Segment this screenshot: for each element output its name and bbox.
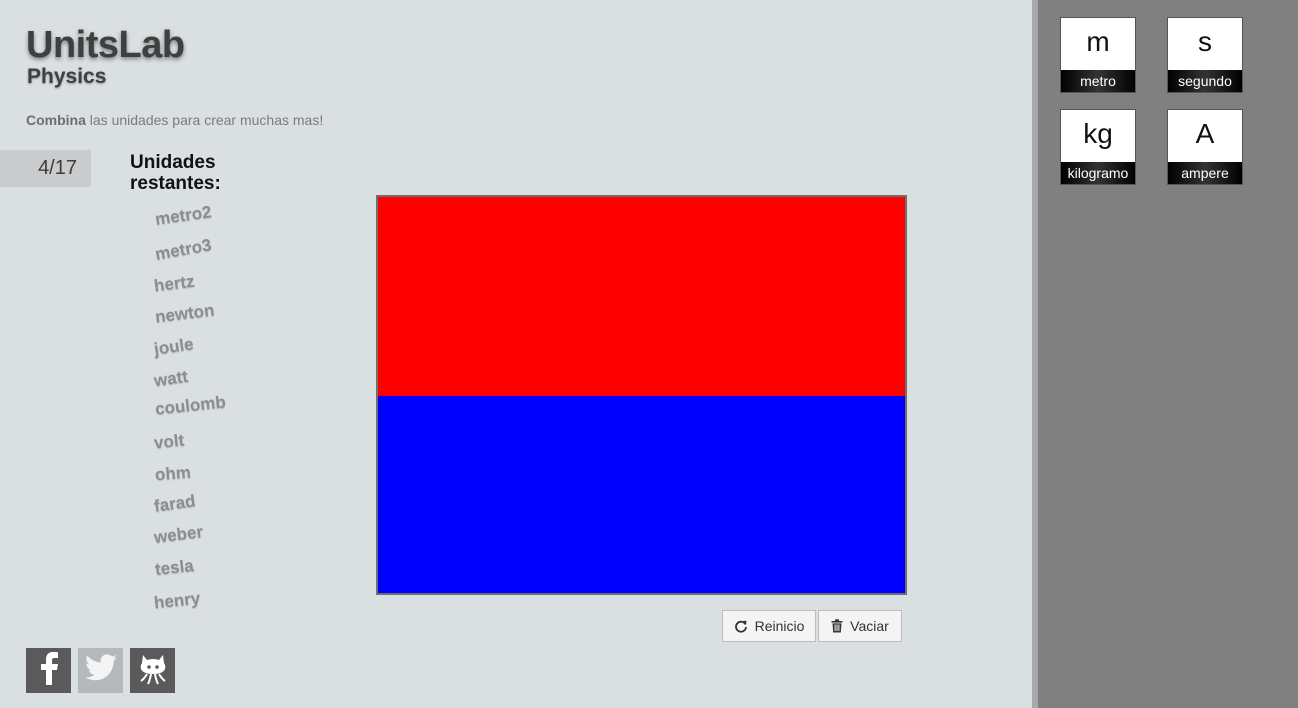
tagline-bold: Combina (26, 112, 86, 128)
unit-name: metro (1061, 70, 1135, 92)
clear-button[interactable]: Vaciar (818, 610, 902, 642)
remaining-unit: weber (152, 522, 205, 547)
github-icon (138, 651, 168, 690)
remaining-unit: ohm (154, 462, 192, 485)
unit-name: kilogramo (1061, 162, 1135, 184)
remaining-unit: joule (152, 334, 195, 359)
remaining-unit: henry (153, 588, 202, 613)
unit-symbol: s (1198, 26, 1212, 57)
clear-button-label: Vaciar (850, 618, 889, 634)
tagline-text: las unidades para crear muchas mas! (85, 112, 324, 128)
reset-button-label: Reinicio (754, 618, 805, 634)
trash-icon (831, 619, 843, 633)
combination-canvas[interactable] (376, 195, 907, 595)
main-panel: UnitsLab Physics Combina las unidades pa… (0, 0, 1032, 708)
app-subtitle: Physics (27, 65, 107, 88)
twitter-link[interactable] (78, 648, 123, 693)
remaining-units-heading: Unidades restantes: (130, 152, 221, 194)
facebook-icon (38, 651, 60, 690)
remaining-unit: newton (154, 300, 216, 327)
remaining-unit: coulomb (154, 392, 227, 419)
tagline: Combina las unidades para crear muchas m… (26, 112, 323, 128)
github-link[interactable] (130, 648, 175, 693)
facebook-link[interactable] (26, 648, 71, 693)
reset-button[interactable]: Reinicio (722, 610, 816, 642)
remaining-unit: volt (153, 430, 186, 453)
unit-name: segundo (1168, 70, 1242, 92)
unit-symbol: A (1195, 118, 1215, 149)
remaining-unit: metro2 (153, 202, 213, 229)
unit-palette: m metro s segundo kg kilogramo A ampere (1038, 0, 1298, 708)
unit-tile-segundo[interactable]: s segundo (1167, 17, 1243, 93)
remaining-unit: watt (152, 366, 190, 391)
unit-tile-kilogramo[interactable]: kg kilogramo (1060, 109, 1136, 185)
remaining-unit: metro3 (153, 235, 213, 264)
canvas-red-band (378, 197, 905, 396)
progress-counter: 4/17 (0, 150, 91, 187)
unit-symbol: kg (1083, 118, 1113, 149)
unit-symbol: m (1086, 26, 1110, 57)
app-title: UnitsLab (26, 24, 185, 66)
unit-tile-ampere[interactable]: A ampere (1167, 109, 1243, 185)
unit-tile-metro[interactable]: m metro (1060, 17, 1136, 93)
remaining-unit: tesla (154, 556, 195, 579)
twitter-icon (84, 654, 118, 687)
canvas-blue-band (378, 396, 905, 593)
unit-name: ampere (1168, 162, 1242, 184)
remaining-unit: farad (152, 491, 197, 516)
refresh-icon (734, 619, 748, 633)
remaining-unit: hertz (152, 271, 196, 296)
